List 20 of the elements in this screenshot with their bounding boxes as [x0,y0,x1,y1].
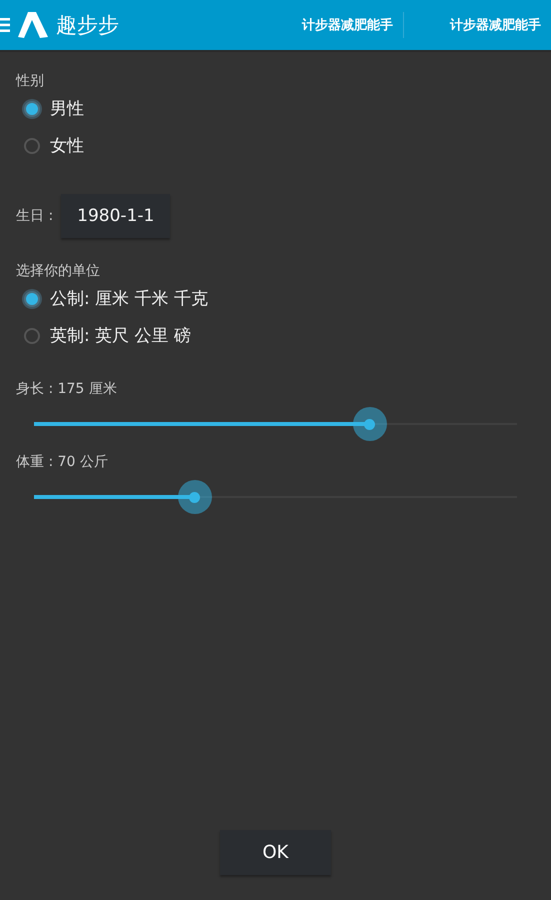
radio-icon [24,328,40,344]
slider-thumb[interactable] [178,480,212,514]
radio-icon [24,100,40,116]
logo-icon [16,10,50,40]
section-label: 性别 [16,72,45,90]
radio-option[interactable]: 公制: 厘米 千米 千克 [16,280,214,317]
radio-option[interactable]: 男性 [16,90,90,127]
radio-option[interactable]: 女性 [16,127,90,164]
radio-icon [24,138,40,154]
section-label: 选择你的单位 [16,262,101,280]
radio-icon [24,290,40,306]
slider-label: 体重 : 70 公斤 [16,453,109,471]
radio-option[interactable]: 英制: 英尺 公里 磅 [16,317,197,354]
menu-icon[interactable] [0,18,10,32]
field-label: 生日 : [16,207,54,225]
ok-button[interactable]: OK [220,830,331,875]
slider-thumb[interactable] [352,407,387,441]
slider-label: 身长 : 175 厘米 [16,380,118,398]
app-title: 趣步步 [56,12,120,39]
date-field[interactable]: 1980-1-1 [61,194,170,238]
